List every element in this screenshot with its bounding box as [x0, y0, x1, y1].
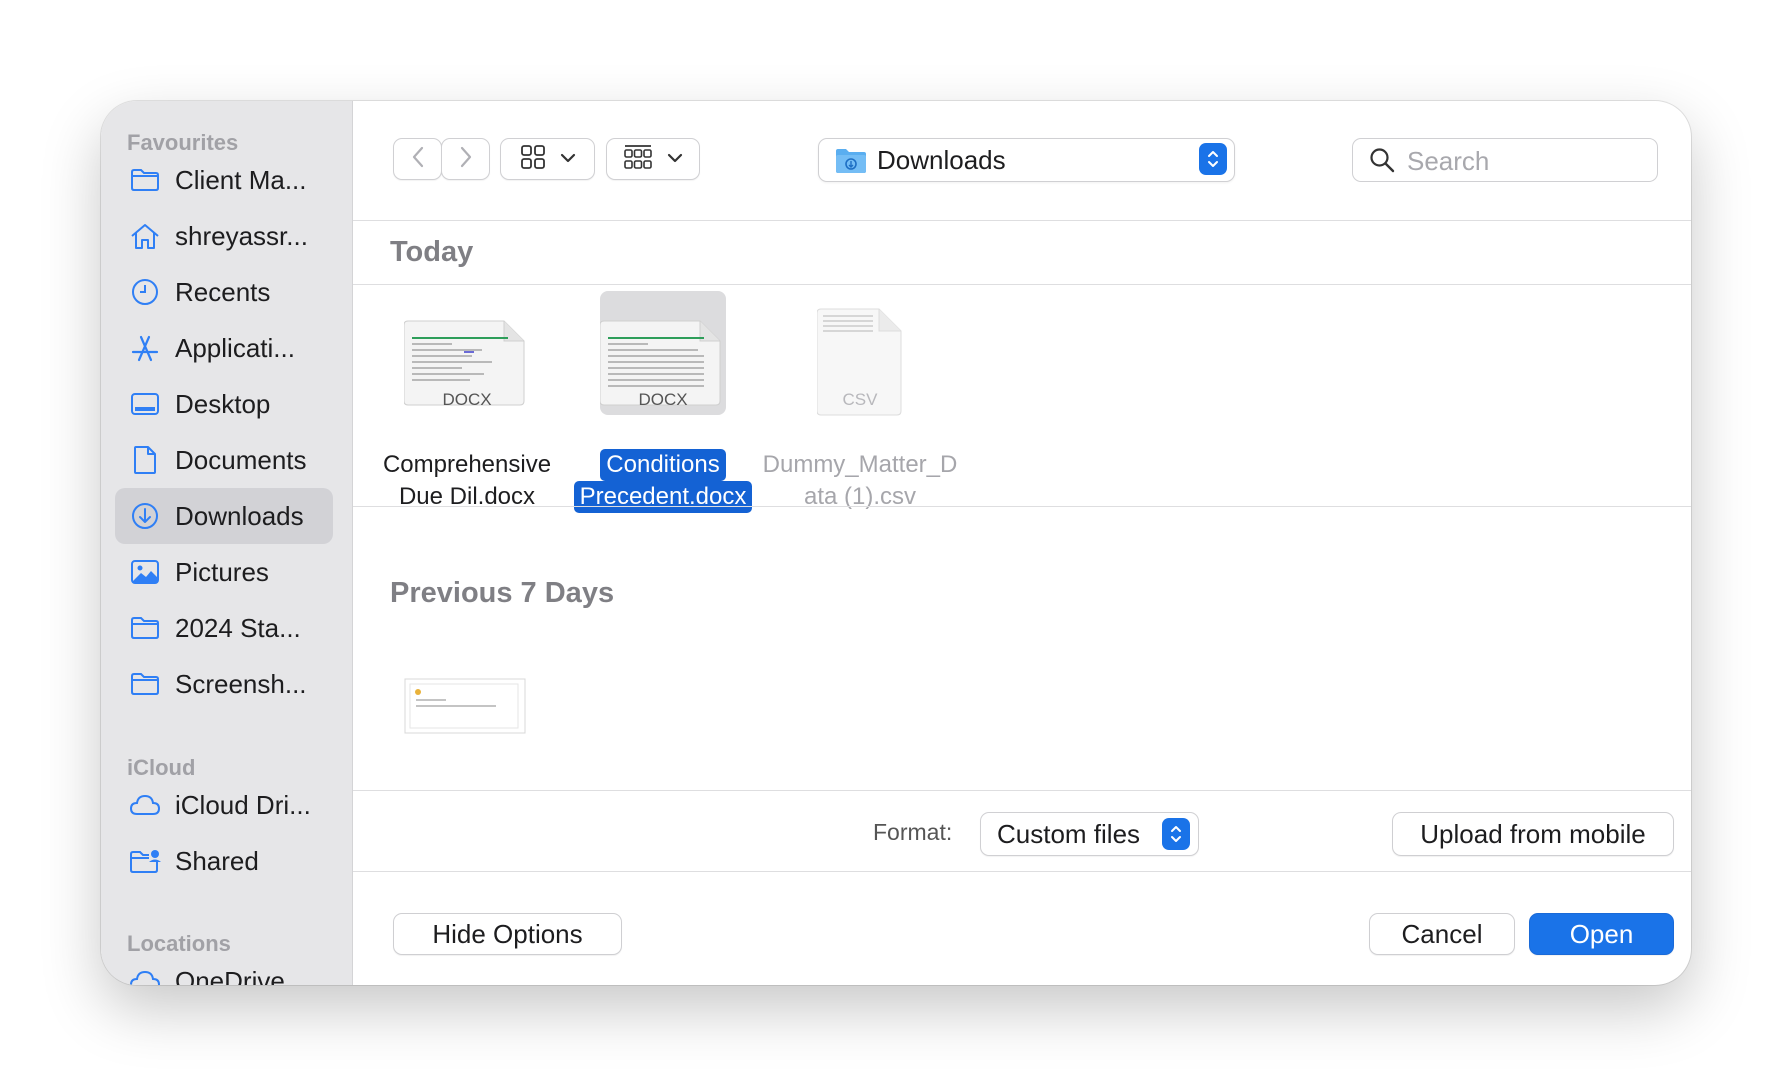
- sidebar-item-documents[interactable]: Documents: [115, 432, 333, 488]
- cancel-button[interactable]: Cancel: [1369, 913, 1515, 955]
- folder-icon: [129, 612, 161, 644]
- sidebar: Favourites Client Ma... shreyassr... Rec…: [101, 101, 353, 985]
- sidebar-item-downloads[interactable]: Downloads: [115, 488, 333, 544]
- search-field[interactable]: Search: [1352, 138, 1658, 182]
- format-popup[interactable]: Custom files: [980, 812, 1199, 856]
- sidebar-item-label: 2024 Sta...: [175, 612, 301, 643]
- chevron-down-icon: [667, 150, 683, 168]
- file-name: Comprehensive Due Dil.docx: [362, 449, 572, 513]
- sidebar-item-label: Recents: [175, 276, 271, 307]
- section-divider: [353, 790, 1691, 791]
- search-icon: [1369, 147, 1395, 178]
- group-grid-icon: [623, 144, 653, 175]
- sidebar-item-home[interactable]: shreyassr...: [115, 208, 333, 264]
- sidebar-item-recents[interactable]: Recents: [115, 264, 333, 320]
- forward-button[interactable]: [441, 138, 490, 180]
- sidebar-item-applications[interactable]: Applicati...: [115, 320, 333, 376]
- view-mode-button[interactable]: [500, 138, 595, 180]
- file-item-disabled: CSV Dummy_Matter_D ata (1).csv: [755, 299, 965, 549]
- upload-from-mobile-button[interactable]: Upload from mobile: [1392, 812, 1674, 856]
- screenshot-thumbnail: [404, 678, 526, 734]
- sidebar-item-label: Screensh...: [175, 668, 307, 699]
- chevron-down-icon: [560, 150, 576, 168]
- file-item[interactable]: [404, 678, 526, 739]
- cloud-icon: [129, 789, 161, 821]
- format-value: Custom files: [997, 818, 1141, 849]
- sidebar-item-client-matters[interactable]: Client Ma...: [115, 152, 333, 208]
- sidebar-item-label: OneDrive: [175, 965, 285, 986]
- chevron-right-icon: [459, 146, 473, 173]
- location-popup[interactable]: Downloads: [818, 138, 1235, 182]
- section-divider: [353, 284, 1691, 285]
- hide-options-button[interactable]: Hide Options: [393, 913, 622, 955]
- document-icon: [129, 444, 161, 476]
- file-name: Conditions Precedent.docx: [558, 449, 768, 513]
- sidebar-item-label: Desktop: [175, 388, 271, 419]
- sidebar-item-desktop[interactable]: Desktop: [115, 376, 333, 432]
- sidebar-item-pictures[interactable]: Pictures: [115, 544, 333, 600]
- file-browser: Downloads Search Today DOCX Comprehensiv…: [353, 101, 1691, 985]
- section-divider: [353, 506, 1691, 507]
- options-divider: [353, 871, 1691, 872]
- file-name-line: Due Dil.docx: [398, 483, 536, 510]
- icon-grid-icon: [520, 144, 546, 175]
- section-title-today: Today: [390, 236, 474, 268]
- section-title-previous: Previous 7 Days: [390, 577, 615, 609]
- sidebar-item-label: Pictures: [175, 556, 269, 587]
- file-item-selected[interactable]: DOCX Conditions Precedent.docx: [558, 291, 768, 549]
- file-name: Dummy_Matter_D ata (1).csv: [755, 449, 965, 513]
- sidebar-item-icloud-drive[interactable]: iCloud Dri...: [115, 777, 333, 833]
- sidebar-item-shared[interactable]: Shared: [115, 833, 333, 889]
- group-by-button[interactable]: [606, 138, 700, 180]
- applications-icon: [129, 332, 161, 364]
- sidebar-item-label: Downloads: [175, 500, 304, 531]
- toolbar-divider: [353, 220, 1691, 221]
- shared-folder-icon: [129, 845, 161, 877]
- open-file-dialog: Favourites Client Ma... shreyassr... Rec…: [101, 101, 1691, 985]
- cloud-icon: [129, 965, 161, 985]
- file-item[interactable]: DOCX Comprehensive Due Dil.docx: [362, 299, 572, 549]
- file-name-line: Dummy_Matter_D: [762, 451, 958, 478]
- sidebar-item-onedrive[interactable]: OneDrive: [115, 953, 333, 985]
- sidebar-item-screenshots[interactable]: Screensh...: [115, 656, 333, 712]
- home-icon: [129, 220, 161, 252]
- updown-stepper-icon: [1199, 143, 1227, 175]
- sidebar-item-label: Client Ma...: [175, 164, 307, 195]
- folder-icon: [129, 668, 161, 700]
- folder-icon: [129, 164, 161, 196]
- search-placeholder: Search: [1407, 146, 1490, 176]
- sidebar-item-label: Applicati...: [175, 332, 295, 363]
- file-type-badge: CSV: [842, 390, 878, 409]
- open-button[interactable]: Open: [1529, 913, 1674, 955]
- updown-stepper-icon: [1162, 818, 1190, 850]
- file-type-badge: DOCX: [638, 390, 688, 409]
- file-name-line: Conditions: [600, 449, 726, 481]
- desktop-icon: [129, 388, 161, 420]
- location-label: Downloads: [877, 145, 1006, 175]
- file-name-line: Precedent.docx: [573, 481, 753, 513]
- chevron-left-icon: [411, 146, 425, 173]
- sidebar-item-label: shreyassr...: [175, 220, 308, 251]
- sidebar-item-label: iCloud Dri...: [175, 789, 311, 820]
- back-button[interactable]: [393, 138, 442, 180]
- sidebar-item-label: Documents: [175, 444, 307, 475]
- download-icon: [129, 500, 161, 532]
- clock-icon: [129, 276, 161, 308]
- file-name-line: Comprehensive: [382, 451, 552, 478]
- format-label: Format:: [873, 819, 953, 845]
- file-name-line: ata (1).csv: [803, 483, 917, 510]
- downloads-folder-icon: [835, 146, 867, 179]
- file-type-badge: DOCX: [442, 390, 492, 409]
- sidebar-item-2024-statements[interactable]: 2024 Sta...: [115, 600, 333, 656]
- sidebar-item-label: Shared: [175, 845, 259, 876]
- photo-icon: [129, 556, 161, 588]
